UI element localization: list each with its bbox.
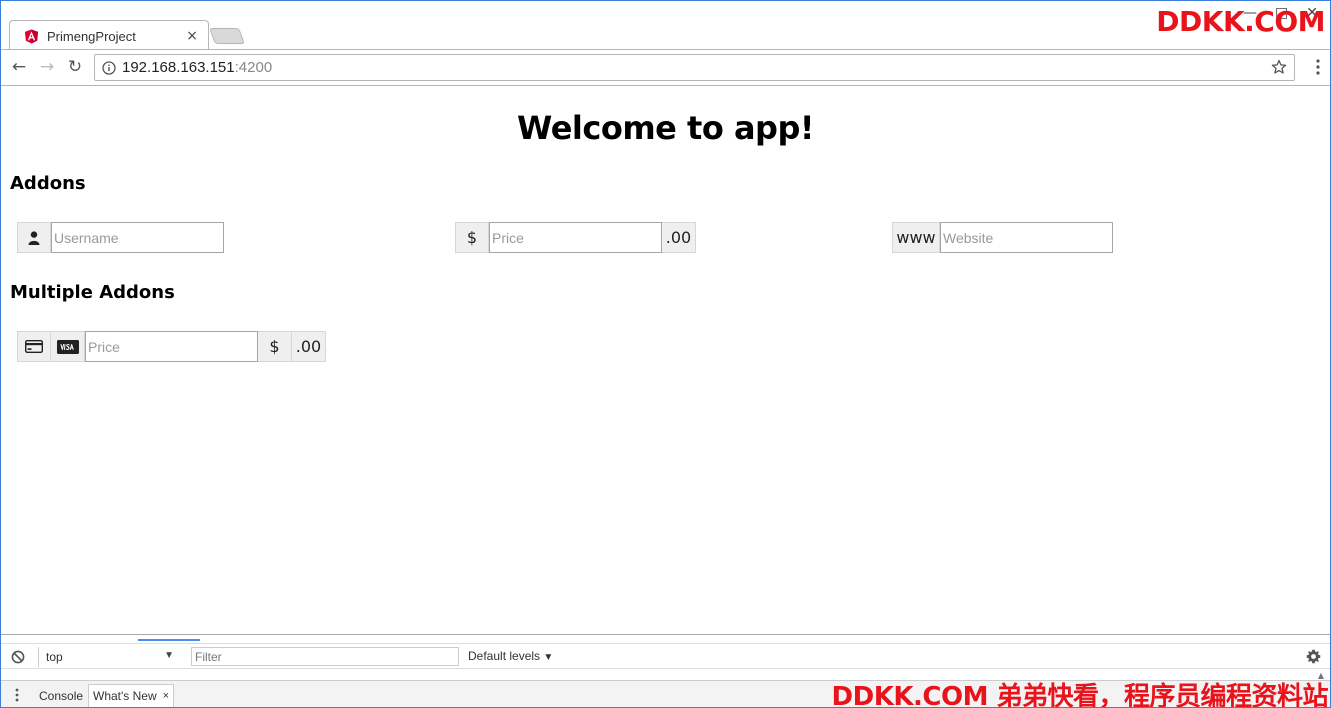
www-addon: www xyxy=(892,222,940,253)
back-arrow-icon[interactable]: ← xyxy=(9,57,29,77)
bookmark-star-icon[interactable] xyxy=(1271,59,1287,75)
website-input[interactable] xyxy=(940,222,1113,253)
devtools-resize-accent xyxy=(138,639,200,641)
more-menu-icon[interactable] xyxy=(1316,59,1320,75)
section-heading-multiple-addons: Multiple Addons xyxy=(10,282,175,303)
reload-icon[interactable]: ↻ xyxy=(65,57,85,77)
dollar-addon: $ xyxy=(455,222,489,253)
clear-console-icon[interactable] xyxy=(11,650,25,664)
drawer-tab-whats-new-label: What's New xyxy=(93,689,157,703)
gear-icon[interactable] xyxy=(1306,649,1321,664)
forward-arrow-icon[interactable]: → xyxy=(37,57,57,77)
console-toolbar: top ▼ Default levels ▼ xyxy=(1,643,1330,669)
website-input-group: www xyxy=(892,222,1113,253)
browser-window: PrimengProject × — □ ✕ ← → ↻ 192.168.163… xyxy=(0,0,1331,708)
section-heading-addons: Addons xyxy=(10,173,86,194)
log-levels-dropdown[interactable]: Default levels ▼ xyxy=(468,649,553,663)
dropdown-arrow-icon: ▼ xyxy=(164,650,174,661)
user-icon xyxy=(28,230,40,245)
drawer-tab-close-icon[interactable]: × xyxy=(163,690,169,702)
browser-tab[interactable]: PrimengProject × xyxy=(9,20,209,49)
page-content: Welcome to app! Addons $ .00 www Multipl… xyxy=(1,87,1330,634)
visa-card-icon xyxy=(56,339,79,354)
multi-price-input[interactable] xyxy=(85,331,258,362)
console-filter-input[interactable] xyxy=(191,647,459,666)
multi-cents-addon: .00 xyxy=(292,331,326,362)
username-input[interactable] xyxy=(51,222,224,253)
price-input[interactable] xyxy=(489,222,662,253)
levels-arrow-icon: ▼ xyxy=(543,652,554,663)
tab-close-icon[interactable]: × xyxy=(186,28,198,44)
address-bar[interactable]: 192.168.163.151:4200 xyxy=(94,54,1295,81)
drawer-menu-icon[interactable] xyxy=(15,688,19,702)
new-tab-button[interactable] xyxy=(209,28,245,44)
watermark-top: DDKK.COM xyxy=(1156,5,1325,38)
tab-strip: PrimengProject × — □ ✕ xyxy=(1,1,1330,49)
info-icon[interactable] xyxy=(102,60,116,75)
multi-dollar-addon: $ xyxy=(258,331,292,362)
user-addon xyxy=(17,222,51,253)
angular-icon xyxy=(24,28,39,44)
tab-title: PrimengProject xyxy=(47,28,136,44)
username-input-group xyxy=(17,222,224,253)
drawer-tab-console[interactable]: Console xyxy=(35,684,87,707)
multi-price-input-group: $ .00 xyxy=(17,331,326,362)
url-host: 192.168.163.151 xyxy=(122,59,235,76)
browser-toolbar: ← → ↻ 192.168.163.151:4200 xyxy=(1,49,1330,86)
context-value: top xyxy=(46,650,63,664)
credit-card-icon xyxy=(25,340,43,353)
price-input-group: $ .00 xyxy=(455,222,696,253)
context-select[interactable]: top ▼ xyxy=(38,647,180,667)
page-title: Welcome to app! xyxy=(517,109,814,147)
url-port: :4200 xyxy=(234,59,273,76)
visa-addon xyxy=(51,331,85,362)
drawer-tab-whats-new[interactable]: What's New × xyxy=(88,684,175,707)
cents-addon: .00 xyxy=(662,222,696,253)
credit-card-addon xyxy=(17,331,51,362)
log-levels-label: Default levels xyxy=(468,649,541,663)
watermark-bottom: DDKK.COM 弟弟快看，程序员编程资料站 xyxy=(831,682,1329,708)
